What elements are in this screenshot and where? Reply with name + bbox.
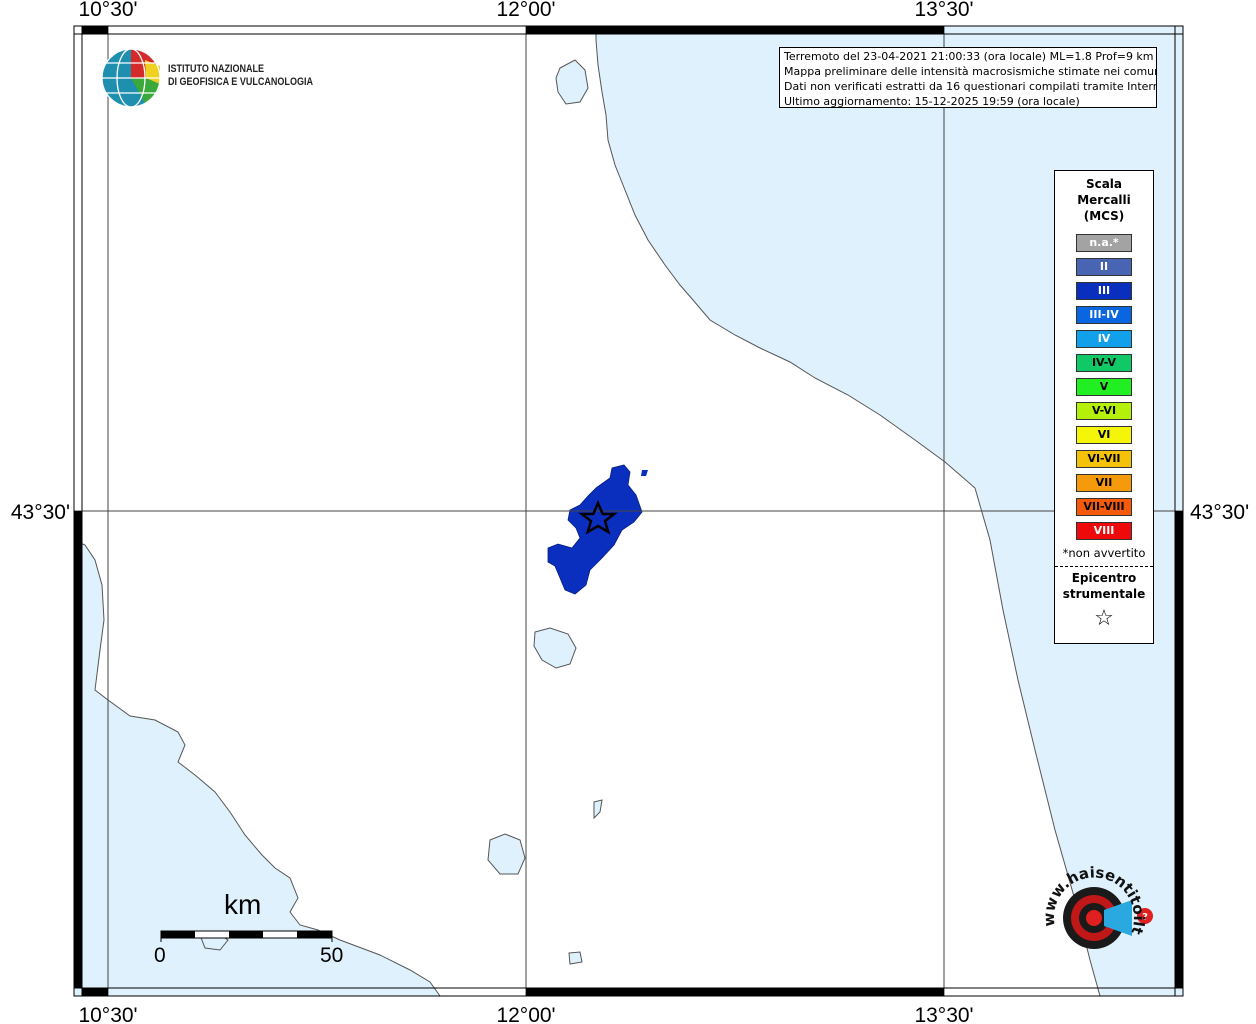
legend-item-iii: III bbox=[1076, 282, 1132, 300]
legend-divider bbox=[1055, 566, 1153, 567]
lon-label-top: 10°30' bbox=[78, 0, 137, 21]
event-info-box: Terremoto del 23-04-2021 21:00:33 (ora l… bbox=[779, 47, 1157, 108]
lat-label-left: 43°30' bbox=[11, 501, 70, 524]
legend-item-vii-viii: VII-VIII bbox=[1076, 498, 1132, 516]
legend-item-v: V bbox=[1076, 378, 1132, 396]
lon-label-bottom: 12°00' bbox=[496, 1004, 555, 1024]
lon-label-top: 12°00' bbox=[496, 0, 555, 21]
legend-title: Scala Mercalli (MCS) bbox=[1055, 176, 1153, 224]
legend-item-iv: IV bbox=[1076, 330, 1132, 348]
ingv-logo-text: ISTITUTO NAZIONALE DI GEOFISICA E VULCAN… bbox=[168, 63, 313, 89]
legend-item-ii: II bbox=[1076, 258, 1132, 276]
legend-note: *non avvertito bbox=[1062, 546, 1146, 560]
scale-min-label: 0 bbox=[154, 944, 166, 967]
lat-label-right: 43°30' bbox=[1190, 501, 1249, 524]
legend-title-line: (MCS) bbox=[1083, 209, 1125, 223]
lon-label-top: 13°30' bbox=[914, 0, 973, 21]
event-info-line2: Mappa preliminare delle intensità macros… bbox=[784, 65, 1157, 78]
legend-item-vi-vii: VI-VII bbox=[1076, 450, 1132, 468]
legend-item-v-vi: V-VI bbox=[1076, 402, 1132, 420]
legend-item-n-a: n.a.* bbox=[1076, 234, 1132, 252]
event-info-line3: Dati non verificati estratti da 16 quest… bbox=[784, 80, 1157, 93]
intensity-legend: Scala Mercalli (MCS) n.a.* II III III-IV IV I… bbox=[1054, 170, 1154, 644]
legend-epicenter-line: strumentale bbox=[1062, 587, 1146, 601]
event-info-line1: Terremoto del 23-04-2021 21:00:33 (ora l… bbox=[784, 50, 1154, 63]
epicenter-star-icon: ☆ bbox=[1094, 606, 1114, 631]
legend-item-iv-v: IV-V bbox=[1076, 354, 1132, 372]
scale-max-label: 50 bbox=[320, 944, 344, 967]
ingv-logo-line1: ISTITUTO NAZIONALE bbox=[168, 63, 265, 75]
legend-item-iii-iv: III-IV bbox=[1076, 306, 1132, 324]
legend-epicenter-line: Epicentro bbox=[1071, 571, 1137, 585]
lon-label-bottom: 10°30' bbox=[78, 1004, 137, 1024]
lon-label-bottom: 13°30' bbox=[914, 1004, 973, 1024]
legend-item-viii: VIII bbox=[1076, 522, 1132, 540]
legend-item-vi: VI bbox=[1076, 426, 1132, 444]
legend-title-line: Scala bbox=[1085, 177, 1123, 191]
legend-item-vii: VII bbox=[1076, 474, 1132, 492]
ingv-logo-line2: DI GEOFISICA E VULCANOLOGIA bbox=[168, 76, 313, 88]
ingv-logo-icon bbox=[101, 48, 161, 108]
legend-items: n.a.* II III III-IV IV IV-V V V-VI VI VI-VII VII VI… bbox=[1055, 234, 1153, 540]
lake bbox=[568, 951, 583, 965]
legend-title-line: Mercalli bbox=[1077, 193, 1131, 207]
legend-epicenter-label: Epicentro strumentale bbox=[1055, 570, 1153, 602]
event-info-line4: Ultimo aggiornamento: 15-12-2025 19:59 (… bbox=[784, 95, 1080, 108]
scale-unit-label: km bbox=[224, 889, 262, 920]
